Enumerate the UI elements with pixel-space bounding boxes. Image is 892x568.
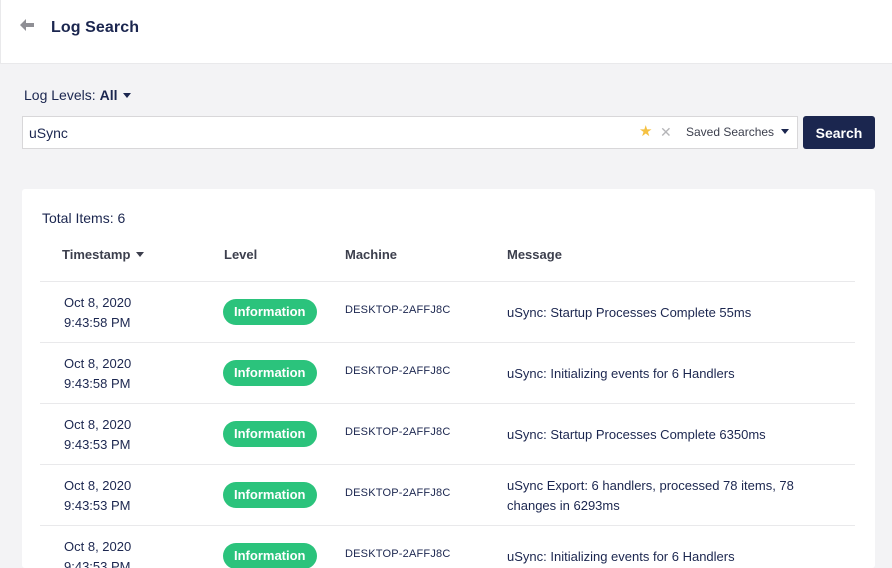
- column-header-machine: Machine: [345, 247, 398, 262]
- search-box: ★ ✕ Saved Searches: [22, 116, 798, 149]
- column-header-level: Level: [224, 247, 258, 262]
- message-cell: uSync: Startup Processes Complete 55ms: [507, 305, 752, 320]
- table-row[interactable]: Oct 8, 2020 9:43:53 PM Information DESKTO…: [40, 465, 855, 526]
- total-items: Total Items: 6: [42, 210, 126, 226]
- search-button[interactable]: Search: [803, 116, 875, 149]
- timestamp-date: Oct 8, 2020: [64, 478, 132, 493]
- machine-cell: DESKTOP-2AFFJ8C: [345, 365, 451, 377]
- close-icon[interactable]: ✕: [660, 123, 672, 141]
- timestamp-time: 9:43:53 PM: [64, 559, 131, 568]
- machine-cell: DESKTOP-2AFFJ8C: [345, 304, 451, 316]
- timestamp-cell: Oct 8, 2020 9:43:53 PM: [64, 415, 131, 455]
- timestamp-time: 9:43:58 PM: [64, 376, 131, 391]
- table-row[interactable]: Oct 8, 2020 9:43:53 PM Information DESKTO…: [40, 526, 855, 568]
- timestamp-date: Oct 8, 2020: [64, 356, 132, 371]
- message-cell: uSync: Initializing events for 6 Handler…: [507, 549, 735, 564]
- timestamp-cell: Oct 8, 2020 9:43:53 PM: [64, 476, 131, 516]
- app-header: Log Search: [0, 0, 892, 64]
- log-levels-dropdown[interactable]: All: [100, 87, 131, 103]
- timestamp-time: 9:43:53 PM: [64, 437, 131, 452]
- caret-down-icon: [136, 252, 145, 258]
- log-levels-label: Log Levels:: [24, 87, 96, 103]
- level-badge: Information: [223, 543, 317, 568]
- timestamp-time: 9:43:53 PM: [64, 498, 131, 513]
- message-cell: uSync Export: 6 handlers, processed 78 i…: [507, 478, 794, 513]
- caret-down-icon: [122, 92, 131, 98]
- saved-searches-dropdown[interactable]: Saved Searches: [686, 125, 790, 139]
- log-levels-filter: Log Levels: All: [24, 87, 131, 103]
- log-levels-value: All: [99, 87, 118, 103]
- column-header-timestamp[interactable]: Timestamp: [62, 247, 145, 262]
- level-badge: Information: [223, 421, 317, 447]
- timestamp-header-label: Timestamp: [62, 247, 131, 262]
- table-row[interactable]: Oct 8, 2020 9:43:53 PM Information DESKTO…: [40, 404, 855, 465]
- star-icon[interactable]: ★: [639, 123, 652, 141]
- machine-cell: DESKTOP-2AFFJ8C: [345, 548, 451, 560]
- machine-cell: DESKTOP-2AFFJ8C: [345, 426, 451, 438]
- search-input[interactable]: [29, 117, 629, 148]
- level-badge: Information: [223, 360, 317, 386]
- timestamp-cell: Oct 8, 2020 9:43:58 PM: [64, 293, 131, 333]
- saved-searches-label: Saved Searches: [686, 125, 775, 139]
- level-badge: Information: [223, 482, 317, 508]
- timestamp-date: Oct 8, 2020: [64, 295, 132, 310]
- timestamp-time: 9:43:58 PM: [64, 315, 131, 330]
- table-row[interactable]: Oct 8, 2020 9:43:58 PM Information DESKTO…: [40, 343, 855, 404]
- table-row[interactable]: Oct 8, 2020 9:43:58 PM Information DESKTO…: [40, 282, 855, 343]
- level-badge: Information: [223, 299, 317, 325]
- timestamp-date: Oct 8, 2020: [64, 539, 132, 554]
- page-title: Log Search: [51, 19, 140, 36]
- timestamp-date: Oct 8, 2020: [64, 417, 132, 432]
- arrow-left-icon[interactable]: [19, 17, 41, 39]
- column-header-message: Message: [507, 247, 562, 262]
- message-cell: uSync: Initializing events for 6 Handler…: [507, 366, 735, 381]
- machine-cell: DESKTOP-2AFFJ8C: [345, 487, 451, 499]
- message-cell: uSync: Startup Processes Complete 6350ms: [507, 427, 766, 442]
- caret-down-icon: [781, 129, 790, 135]
- timestamp-cell: Oct 8, 2020 9:43:53 PM: [64, 537, 131, 568]
- timestamp-cell: Oct 8, 2020 9:43:58 PM: [64, 354, 131, 394]
- results-panel: Total Items: 6 Timestamp Level Machine M…: [22, 189, 875, 568]
